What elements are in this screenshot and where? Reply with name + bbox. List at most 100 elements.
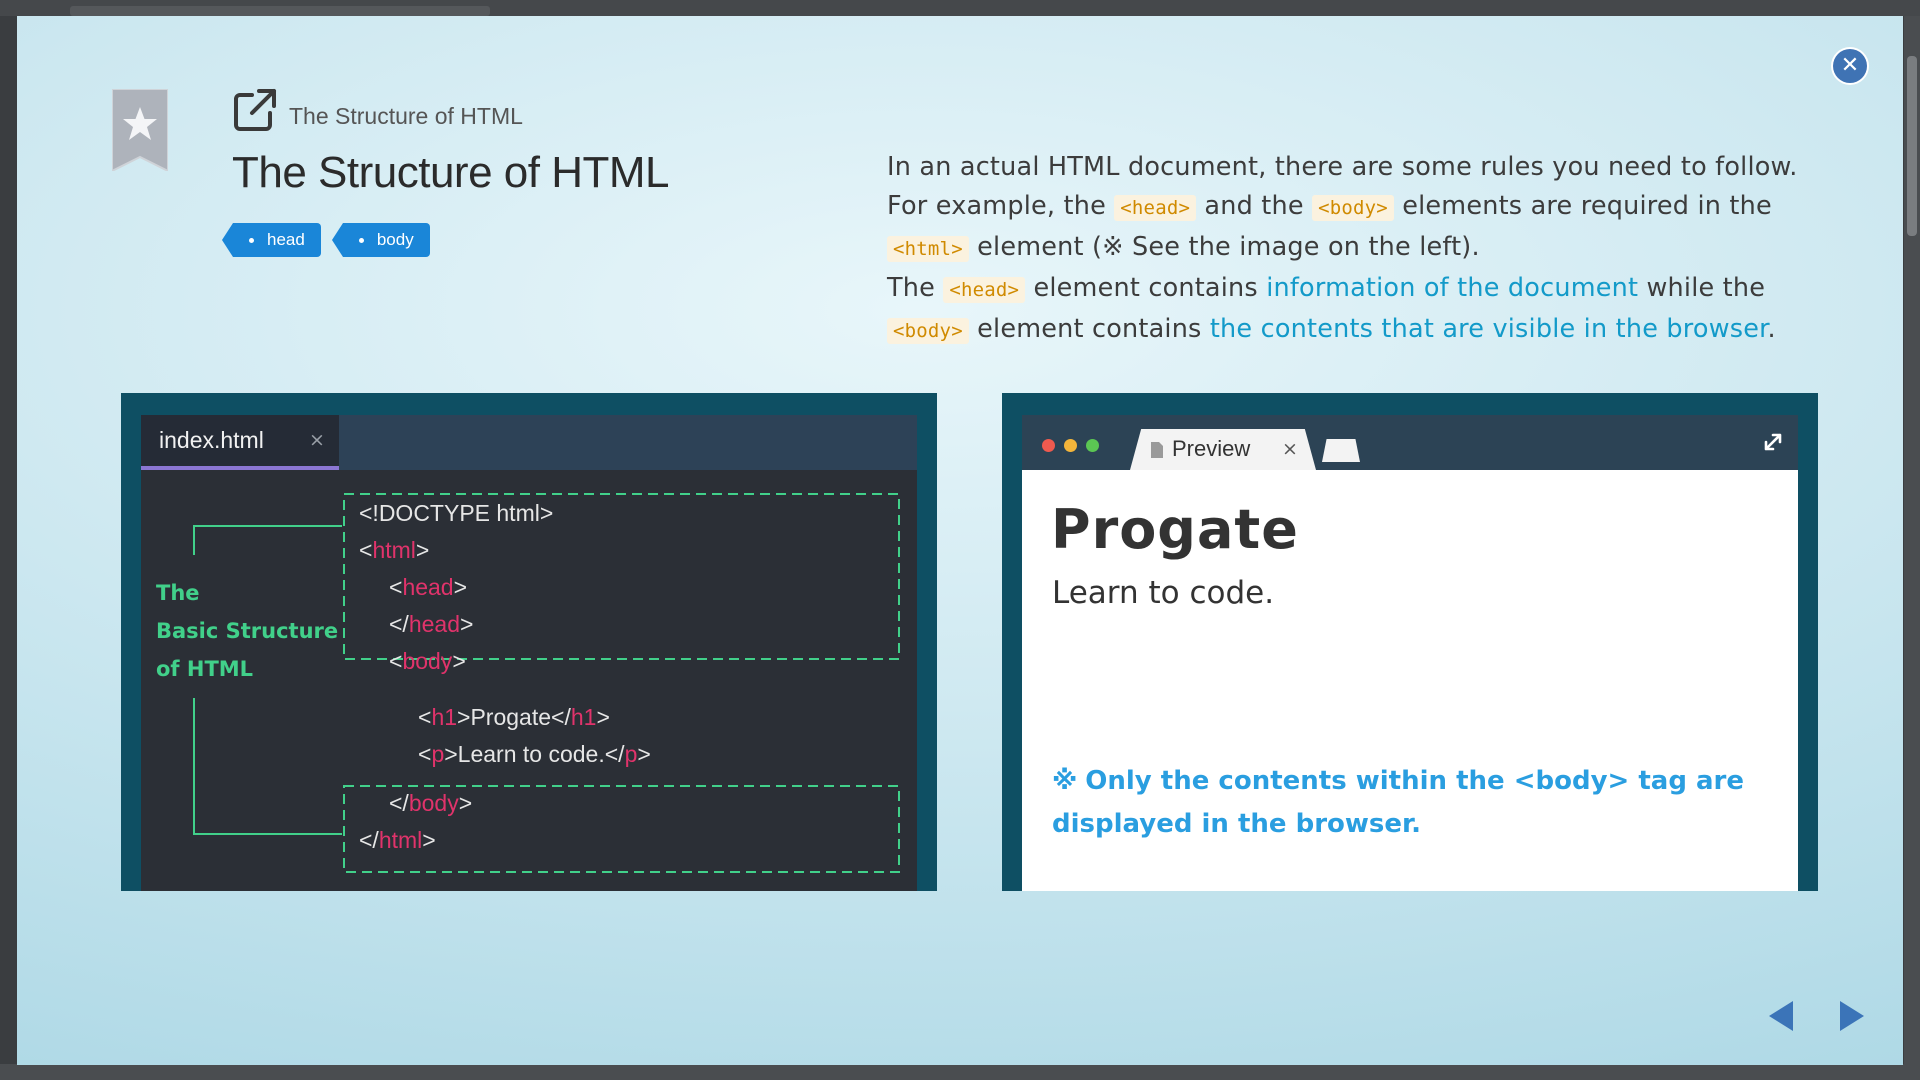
close-tab-icon[interactable]: × — [1282, 438, 1298, 460]
code-bracket: </ — [551, 704, 571, 730]
code-bracket: > — [457, 704, 471, 730]
description-line-2: For example, the <head> and the <body> e… — [887, 187, 1857, 228]
browser-viewport: Progate Learn to code. ※ Only the content… — [1022, 470, 1798, 891]
structure-label-line: Basic Structure — [156, 619, 339, 643]
window-minimize-dot[interactable] — [1064, 439, 1077, 452]
document-icon — [1151, 442, 1163, 458]
page-scrollbar[interactable] — [1904, 16, 1920, 1066]
close-tab-icon[interactable]: × — [309, 429, 325, 451]
description-line-4: The <head> element contains information … — [887, 269, 1857, 310]
code-bracket: </ — [389, 611, 409, 637]
browser-tab-bar: Preview × — [1022, 415, 1798, 470]
background-bottom-bar — [0, 1064, 1920, 1080]
browser-tab-label: Preview — [1172, 436, 1251, 461]
code-bracket: > — [422, 827, 436, 853]
code-bracket: < — [418, 704, 432, 730]
code-text: Learn to code. — [457, 741, 605, 767]
close-icon[interactable]: ✕ — [1833, 49, 1867, 83]
expand-icon[interactable] — [1762, 431, 1784, 453]
note-text: Only the contents within the <body> tag … — [1052, 766, 1745, 839]
code-tag: body — [402, 648, 453, 674]
text: element (※ See the image on the left). — [968, 232, 1480, 262]
code-bracket: </ — [604, 741, 625, 767]
code-tag: html — [372, 537, 416, 563]
external-link-icon[interactable] — [232, 87, 278, 133]
tag-head[interactable]: head — [222, 223, 321, 257]
code-tag: h1 — [431, 704, 458, 730]
preview-heading: Progate — [1051, 498, 1299, 561]
editor-tab-index-html[interactable]: index.html × — [141, 415, 339, 470]
code-line-p: <p>Learn to code.</p> — [418, 741, 651, 768]
breadcrumb: The Structure of HTML — [289, 103, 523, 129]
code-bracket: > — [458, 790, 473, 816]
slide-modal: ✕ The Structure of HTML The Structure of… — [17, 16, 1903, 1065]
code-bracket: > — [415, 537, 430, 563]
preview-paragraph: Learn to code. — [1052, 575, 1275, 611]
code-line-doctype: <!DOCTYPE html> — [359, 500, 554, 526]
code-bracket: > — [596, 704, 610, 730]
code-line-body-open: <body> — [389, 648, 466, 675]
code-line-html-open: <html> — [359, 537, 429, 564]
code-bracket: < — [389, 648, 403, 674]
code-tag: p — [431, 741, 445, 767]
code-line-head-open: <head> — [389, 574, 467, 601]
structure-label: The Basic Structure of HTML — [156, 574, 338, 688]
text: The — [887, 273, 944, 303]
editor-code-area: The Basic Structure of HTML <!DOCTYPE ht… — [141, 470, 917, 891]
text: element contains — [1025, 273, 1267, 303]
code-bracket: < — [359, 537, 373, 563]
code-chip-head: <head> — [943, 277, 1026, 303]
code-bracket: < — [418, 741, 432, 767]
new-tab-button[interactable] — [1322, 439, 1360, 462]
code-bracket: > — [460, 611, 474, 637]
background-search-bar — [70, 6, 490, 16]
structure-label-line: of HTML — [156, 657, 254, 681]
text: For example, the — [887, 191, 1115, 221]
editor-tab-label: index.html — [159, 427, 264, 453]
code-bracket: > — [453, 574, 468, 600]
note-mark: ※ — [1052, 766, 1078, 796]
code-line-body-close: </body> — [389, 790, 472, 817]
prev-arrow-icon[interactable] — [1769, 1001, 1793, 1031]
code-bracket: </ — [389, 790, 409, 816]
window-maximize-dot[interactable] — [1086, 439, 1099, 452]
code-bracket: > — [452, 648, 466, 674]
code-chip-body: <body> — [1312, 195, 1394, 221]
editor-tab-bar: index.html × — [141, 415, 917, 470]
next-arrow-icon[interactable] — [1840, 1001, 1864, 1031]
browser-tab-preview[interactable]: Preview × — [1130, 429, 1316, 470]
code-tag: h1 — [570, 704, 597, 730]
code-chip-body: <body> — [887, 318, 969, 344]
browser-preview-figure: Preview × Progate Learn to code. ※ Only t… — [1002, 393, 1818, 891]
code-bracket: > — [637, 741, 651, 767]
highlight-document-info: information of the document — [1266, 273, 1639, 303]
tag-list: head body — [222, 223, 430, 257]
code-line-head-close: </head> — [389, 611, 473, 638]
code-bracket: > — [444, 741, 458, 767]
page-title: The Structure of HTML — [232, 148, 669, 197]
lesson-description: In an actual HTML document, there are so… — [887, 148, 1857, 351]
code-chip-head: <head> — [1114, 195, 1197, 221]
window-close-dot[interactable] — [1042, 439, 1055, 452]
text: while the — [1638, 273, 1766, 303]
description-line-3: <html> element (※ See the image on the l… — [887, 228, 1857, 269]
code-bracket: </ — [359, 827, 379, 853]
text: elements are required in the — [1393, 191, 1772, 221]
description-line-5: <body> element contains the contents tha… — [887, 310, 1857, 351]
preview-note: ※ Only the contents within the <body> tag… — [1052, 760, 1752, 846]
bookmark-star-icon[interactable] — [112, 89, 168, 171]
structure-label-line: The — [156, 581, 200, 605]
code-tag: html — [378, 827, 423, 853]
code-editor-figure: index.html × The Basic Structure of HTML… — [121, 393, 937, 891]
tag-body[interactable]: body — [331, 223, 430, 257]
code-tag: head — [402, 574, 454, 600]
background-top-bar — [0, 0, 1920, 16]
highlight-visible-contents: the contents that are visible in the bro… — [1209, 314, 1768, 344]
text: element contains — [968, 314, 1210, 344]
code-text: Progate — [470, 704, 552, 730]
code-tag: head — [408, 611, 460, 637]
scrollbar-thumb[interactable] — [1907, 56, 1917, 236]
text: . — [1767, 314, 1776, 344]
code-tag: p — [624, 741, 638, 767]
code-chip-html: <html> — [887, 236, 969, 262]
